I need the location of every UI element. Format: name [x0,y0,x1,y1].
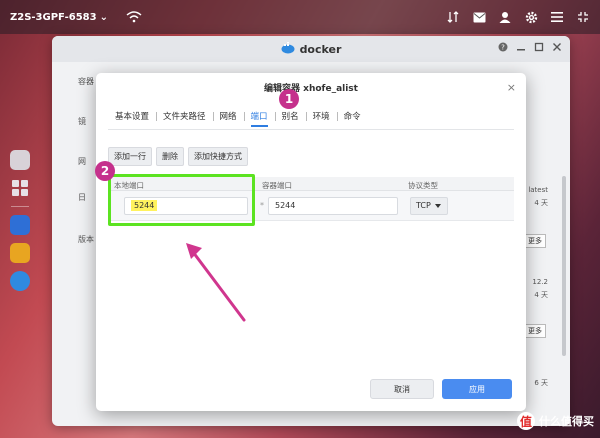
nav-label[interactable]: 网 [78,156,86,167]
highlight-box [108,174,255,226]
delete-button[interactable]: 删除 [156,147,184,166]
folder-app-icon[interactable] [10,215,30,235]
dialog-tabs: 基本设置 文件夹路径 网络 端口 别名 环境 命令 [108,109,368,127]
pointer-arrow-icon [186,243,246,322]
nav-label[interactable]: 容器 [78,76,94,87]
tab-command[interactable]: 命令 [336,110,368,122]
watermark-logo: 值 [517,412,535,430]
image-tag: latest [528,186,548,194]
cancel-button[interactable]: 取消 [370,379,434,399]
apps-grid-icon[interactable] [10,178,30,198]
menu-icon[interactable] [550,10,564,24]
dock-divider [11,206,29,207]
nav-label[interactable]: 日 [78,192,86,203]
step-marker-1: 1 [279,89,299,109]
watermark: 值 什么值得买 [517,412,594,430]
image-version: 12.2 [532,278,548,286]
tab-folder-paths[interactable]: 文件夹路径 [156,110,213,122]
tab-network[interactable]: 网络 [212,110,244,122]
add-shortcut-button[interactable]: 添加快捷方式 [188,147,248,166]
more-button[interactable]: 更多 [524,324,546,338]
maximize-icon[interactable] [534,42,544,52]
apply-button[interactable]: 应用 [442,379,512,399]
host-selector[interactable]: Z2S-3GPF-6583 ⌄ [10,12,108,23]
tab-divider [108,129,514,130]
nav-label: 版本 [78,235,94,244]
required-mark: * [260,201,264,210]
tab-environment[interactable]: 环境 [305,110,337,122]
transfer-icon[interactable] [446,10,460,24]
download-app-icon[interactable] [10,243,30,263]
column-header-container-port: 容器端口 [262,181,292,190]
tab-basic-settings[interactable]: 基本设置 [108,110,156,122]
tab-ports[interactable]: 端口 [243,110,275,127]
minimize-icon[interactable] [516,42,526,52]
protocol-value: TCP [416,201,431,210]
edit-container-dialog: 编辑容器 xhofe_alist × 基本设置 文件夹路径 网络 端口 别名 环… [96,73,526,411]
collapse-icon[interactable] [576,10,590,24]
image-age: 4 天 [534,291,548,299]
docker-logo-icon [281,41,295,57]
column-header-protocol: 协议类型 [408,181,438,190]
dialog-close-icon[interactable]: × [507,81,516,94]
app-dock [6,150,34,291]
nav-label[interactable]: 镜 [78,116,86,127]
storage-app-icon[interactable] [10,150,30,170]
gear-icon[interactable] [524,10,538,24]
more-button[interactable]: 更多 [524,234,546,248]
mail-icon[interactable] [472,10,486,24]
protocol-select[interactable]: TCP [410,197,448,215]
chevron-down-icon: ⌄ [99,11,108,23]
port-toolbar: 添加一行 删除 添加快捷方式 [108,147,248,166]
container-port-value: 5244 [275,201,296,210]
window-titlebar: docker ? [52,36,570,62]
step-marker-2: 2 [95,161,115,181]
watermark-text: 什么值得买 [539,415,594,428]
window-title: docker [299,42,342,56]
image-age: 6 天 [534,379,548,387]
docker-app-icon[interactable] [10,271,30,291]
tab-alias[interactable]: 别名 [274,110,306,122]
host-name: Z2S-3GPF-6583 [10,11,97,23]
help-icon[interactable]: ? [498,42,508,52]
wifi-icon [126,11,142,23]
dialog-title: 编辑容器 xhofe_alist [264,84,358,94]
chevron-down-icon [434,203,441,208]
svg-text:?: ? [501,44,505,52]
taskbar: Z2S-3GPF-6583 ⌄ [0,0,600,34]
user-icon[interactable] [498,10,512,24]
close-icon[interactable] [552,42,562,52]
dialog-footer: 取消 应用 [370,379,512,399]
add-row-button[interactable]: 添加一行 [108,147,152,166]
container-port-input[interactable]: 5244 [268,197,398,215]
window-scrollbar[interactable] [562,176,566,356]
image-age: 4 天 [534,199,548,207]
